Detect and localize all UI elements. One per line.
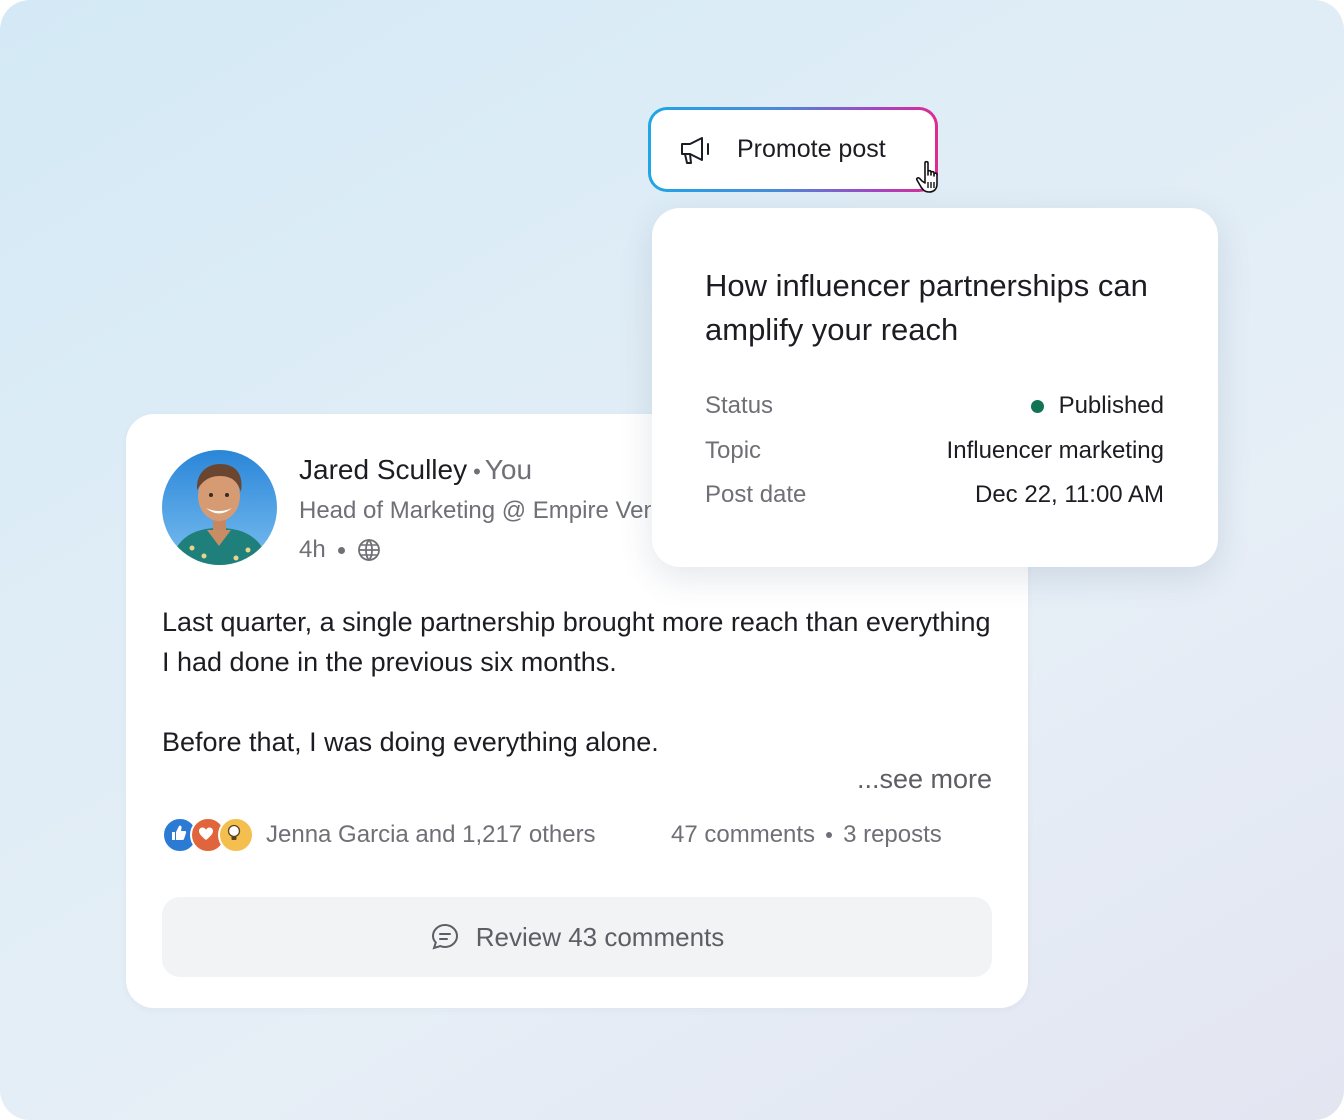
post-body: Last quarter, a single partnership broug… (162, 602, 1002, 762)
promote-post-label: Promote post (737, 135, 886, 163)
detail-row-topic: Topic Influencer marketing (705, 437, 1164, 465)
author-title: Head of Marketing @ Empire Ventures (299, 497, 651, 524)
post-paragraph: Before that, I was doing everything alon… (162, 727, 659, 757)
avatar[interactable] (162, 450, 277, 565)
page-background: Jared Sculley • You Head of Marketing @ Em… (0, 0, 1344, 1120)
reposts-count[interactable]: 3 reposts (843, 821, 942, 849)
post-age: 4h (299, 536, 326, 563)
hand-cursor-icon (912, 158, 952, 198)
detail-label: Status (705, 392, 774, 419)
detail-row-status: Status Published (705, 392, 1164, 420)
review-comments-label: Review 43 comments (475, 921, 725, 952)
post-meta: 4h (299, 536, 381, 564)
author-name[interactable]: Jared Sculley (299, 454, 467, 485)
detail-label: Post date (705, 481, 807, 508)
globe-icon (357, 538, 381, 562)
author-line: Jared Sculley • You (299, 454, 532, 486)
comments-count[interactable]: 47 comments (671, 821, 815, 849)
detail-title: How influencer partnerships can amplify … (705, 268, 1148, 347)
detail-label: Topic (705, 437, 762, 464)
separator-dot: • (473, 459, 481, 484)
engagement-counts: 47 comments 3 reposts (671, 821, 942, 849)
author-relation: You (484, 454, 533, 485)
insightful-icon (218, 817, 254, 853)
status-dot (1030, 399, 1044, 413)
post-paragraph: Last quarter, a single partnership broug… (162, 607, 991, 677)
promote-post-button[interactable]: Promote post (648, 107, 938, 192)
separator-dot (826, 832, 833, 838)
detail-row-post-date: Post date Dec 22, 11:00 AM (705, 481, 1164, 509)
status-badge: Published (1058, 392, 1164, 419)
megaphone-icon (679, 135, 713, 165)
see-more-link[interactable]: ...see more (857, 764, 992, 795)
detail-value: Dec 22, 11:00 AM (975, 481, 1164, 508)
reactions-summary[interactable]: Jenna Garcia and 1,217 others (266, 821, 596, 849)
promote-post-button-inner: Promote post (651, 110, 935, 189)
review-comments-button[interactable]: Review 43 comments (162, 897, 992, 977)
detail-value: Influencer marketing (946, 437, 1164, 464)
reaction-icons[interactable] (162, 817, 254, 853)
post-detail-card: How influencer partnerships can amplify … (652, 208, 1218, 567)
comment-icon (430, 922, 460, 952)
detail-value: Published (1030, 392, 1164, 420)
separator-dot (337, 546, 345, 554)
